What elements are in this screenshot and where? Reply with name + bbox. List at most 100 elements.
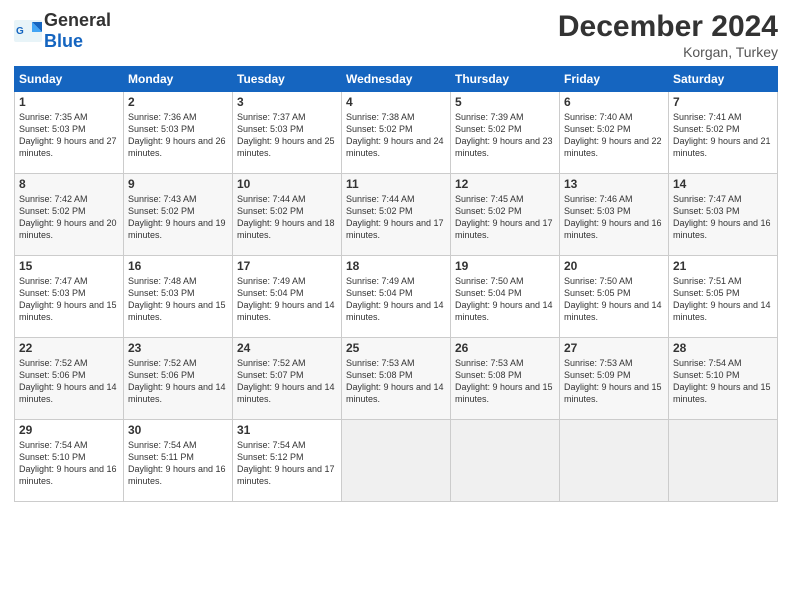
day-number: 24: [237, 341, 337, 355]
day-number: 3: [237, 95, 337, 109]
day-info: Sunrise: 7:42 AMSunset: 5:02 PMDaylight:…: [19, 194, 117, 240]
calendar-cell: 26 Sunrise: 7:53 AMSunset: 5:08 PMDaylig…: [451, 338, 560, 420]
calendar-cell: 5 Sunrise: 7:39 AMSunset: 5:02 PMDayligh…: [451, 92, 560, 174]
day-info: Sunrise: 7:39 AMSunset: 5:02 PMDaylight:…: [455, 112, 553, 158]
day-info: Sunrise: 7:54 AMSunset: 5:10 PMDaylight:…: [673, 358, 771, 404]
day-number: 17: [237, 259, 337, 273]
calendar-cell: 10 Sunrise: 7:44 AMSunset: 5:02 PMDaylig…: [233, 174, 342, 256]
day-number: 23: [128, 341, 228, 355]
day-number: 9: [128, 177, 228, 191]
day-number: 25: [346, 341, 446, 355]
day-info: Sunrise: 7:53 AMSunset: 5:08 PMDaylight:…: [346, 358, 444, 404]
day-number: 10: [237, 177, 337, 191]
day-info: Sunrise: 7:44 AMSunset: 5:02 PMDaylight:…: [237, 194, 335, 240]
calendar-cell: 7 Sunrise: 7:41 AMSunset: 5:02 PMDayligh…: [669, 92, 778, 174]
day-number: 4: [346, 95, 446, 109]
day-info: Sunrise: 7:47 AMSunset: 5:03 PMDaylight:…: [19, 276, 117, 322]
day-number: 11: [346, 177, 446, 191]
day-number: 14: [673, 177, 773, 191]
day-number: 31: [237, 423, 337, 437]
calendar-cell: 18 Sunrise: 7:49 AMSunset: 5:04 PMDaylig…: [342, 256, 451, 338]
calendar-cell: 1 Sunrise: 7:35 AMSunset: 5:03 PMDayligh…: [15, 92, 124, 174]
day-info: Sunrise: 7:50 AMSunset: 5:05 PMDaylight:…: [564, 276, 662, 322]
day-number: 26: [455, 341, 555, 355]
column-header-friday: Friday: [560, 67, 669, 92]
logo: G General Blue: [14, 10, 111, 52]
calendar-cell: 16 Sunrise: 7:48 AMSunset: 5:03 PMDaylig…: [124, 256, 233, 338]
day-info: Sunrise: 7:51 AMSunset: 5:05 PMDaylight:…: [673, 276, 771, 322]
calendar-cell: 9 Sunrise: 7:43 AMSunset: 5:02 PMDayligh…: [124, 174, 233, 256]
day-number: 6: [564, 95, 664, 109]
day-info: Sunrise: 7:49 AMSunset: 5:04 PMDaylight:…: [346, 276, 444, 322]
calendar-week-row: 1 Sunrise: 7:35 AMSunset: 5:03 PMDayligh…: [15, 92, 778, 174]
day-number: 7: [673, 95, 773, 109]
calendar-cell: 11 Sunrise: 7:44 AMSunset: 5:02 PMDaylig…: [342, 174, 451, 256]
calendar-cell: 25 Sunrise: 7:53 AMSunset: 5:08 PMDaylig…: [342, 338, 451, 420]
calendar-cell: 15 Sunrise: 7:47 AMSunset: 5:03 PMDaylig…: [15, 256, 124, 338]
calendar-cell: 6 Sunrise: 7:40 AMSunset: 5:02 PMDayligh…: [560, 92, 669, 174]
column-header-thursday: Thursday: [451, 67, 560, 92]
logo-icon: G: [14, 20, 42, 42]
calendar-week-row: 29 Sunrise: 7:54 AMSunset: 5:10 PMDaylig…: [15, 420, 778, 502]
logo-text-blue: Blue: [44, 31, 83, 51]
day-number: 15: [19, 259, 119, 273]
calendar-cell: 22 Sunrise: 7:52 AMSunset: 5:06 PMDaylig…: [15, 338, 124, 420]
logo-text-general: General: [44, 10, 111, 30]
day-number: 29: [19, 423, 119, 437]
calendar-header-row: SundayMondayTuesdayWednesdayThursdayFrid…: [15, 67, 778, 92]
day-info: Sunrise: 7:45 AMSunset: 5:02 PMDaylight:…: [455, 194, 553, 240]
day-number: 16: [128, 259, 228, 273]
column-header-saturday: Saturday: [669, 67, 778, 92]
day-number: 28: [673, 341, 773, 355]
calendar-cell: [560, 420, 669, 502]
calendar-cell: 13 Sunrise: 7:46 AMSunset: 5:03 PMDaylig…: [560, 174, 669, 256]
day-info: Sunrise: 7:43 AMSunset: 5:02 PMDaylight:…: [128, 194, 226, 240]
day-info: Sunrise: 7:52 AMSunset: 5:06 PMDaylight:…: [128, 358, 226, 404]
day-number: 19: [455, 259, 555, 273]
column-header-sunday: Sunday: [15, 67, 124, 92]
title-block: December 2024 Korgan, Turkey: [558, 10, 778, 60]
day-number: 21: [673, 259, 773, 273]
day-info: Sunrise: 7:54 AMSunset: 5:12 PMDaylight:…: [237, 440, 335, 486]
day-number: 18: [346, 259, 446, 273]
day-info: Sunrise: 7:44 AMSunset: 5:02 PMDaylight:…: [346, 194, 444, 240]
calendar-cell: 12 Sunrise: 7:45 AMSunset: 5:02 PMDaylig…: [451, 174, 560, 256]
day-number: 27: [564, 341, 664, 355]
calendar-cell: 31 Sunrise: 7:54 AMSunset: 5:12 PMDaylig…: [233, 420, 342, 502]
day-info: Sunrise: 7:53 AMSunset: 5:09 PMDaylight:…: [564, 358, 662, 404]
day-number: 20: [564, 259, 664, 273]
day-number: 22: [19, 341, 119, 355]
svg-text:G: G: [16, 26, 24, 37]
day-number: 12: [455, 177, 555, 191]
calendar-week-row: 22 Sunrise: 7:52 AMSunset: 5:06 PMDaylig…: [15, 338, 778, 420]
location: Korgan, Turkey: [558, 44, 778, 60]
day-info: Sunrise: 7:37 AMSunset: 5:03 PMDaylight:…: [237, 112, 335, 158]
calendar-container: G General Blue December 2024 Korgan, Tur…: [0, 0, 792, 510]
calendar-cell: [451, 420, 560, 502]
calendar-cell: 17 Sunrise: 7:49 AMSunset: 5:04 PMDaylig…: [233, 256, 342, 338]
day-info: Sunrise: 7:54 AMSunset: 5:10 PMDaylight:…: [19, 440, 117, 486]
calendar-body: 1 Sunrise: 7:35 AMSunset: 5:03 PMDayligh…: [15, 92, 778, 502]
day-info: Sunrise: 7:47 AMSunset: 5:03 PMDaylight:…: [673, 194, 771, 240]
column-header-wednesday: Wednesday: [342, 67, 451, 92]
calendar-cell: 24 Sunrise: 7:52 AMSunset: 5:07 PMDaylig…: [233, 338, 342, 420]
calendar-cell: 30 Sunrise: 7:54 AMSunset: 5:11 PMDaylig…: [124, 420, 233, 502]
day-info: Sunrise: 7:48 AMSunset: 5:03 PMDaylight:…: [128, 276, 226, 322]
calendar-cell: [669, 420, 778, 502]
day-info: Sunrise: 7:52 AMSunset: 5:06 PMDaylight:…: [19, 358, 117, 404]
calendar-cell: 23 Sunrise: 7:52 AMSunset: 5:06 PMDaylig…: [124, 338, 233, 420]
day-info: Sunrise: 7:53 AMSunset: 5:08 PMDaylight:…: [455, 358, 553, 404]
month-title: December 2024: [558, 10, 778, 44]
calendar-cell: 19 Sunrise: 7:50 AMSunset: 5:04 PMDaylig…: [451, 256, 560, 338]
day-info: Sunrise: 7:54 AMSunset: 5:11 PMDaylight:…: [128, 440, 226, 486]
day-info: Sunrise: 7:50 AMSunset: 5:04 PMDaylight:…: [455, 276, 553, 322]
calendar-cell: 29 Sunrise: 7:54 AMSunset: 5:10 PMDaylig…: [15, 420, 124, 502]
column-header-tuesday: Tuesday: [233, 67, 342, 92]
day-info: Sunrise: 7:52 AMSunset: 5:07 PMDaylight:…: [237, 358, 335, 404]
calendar-cell: [342, 420, 451, 502]
day-info: Sunrise: 7:46 AMSunset: 5:03 PMDaylight:…: [564, 194, 662, 240]
calendar-cell: 20 Sunrise: 7:50 AMSunset: 5:05 PMDaylig…: [560, 256, 669, 338]
day-info: Sunrise: 7:38 AMSunset: 5:02 PMDaylight:…: [346, 112, 444, 158]
calendar-cell: 2 Sunrise: 7:36 AMSunset: 5:03 PMDayligh…: [124, 92, 233, 174]
header: G General Blue December 2024 Korgan, Tur…: [14, 10, 778, 60]
